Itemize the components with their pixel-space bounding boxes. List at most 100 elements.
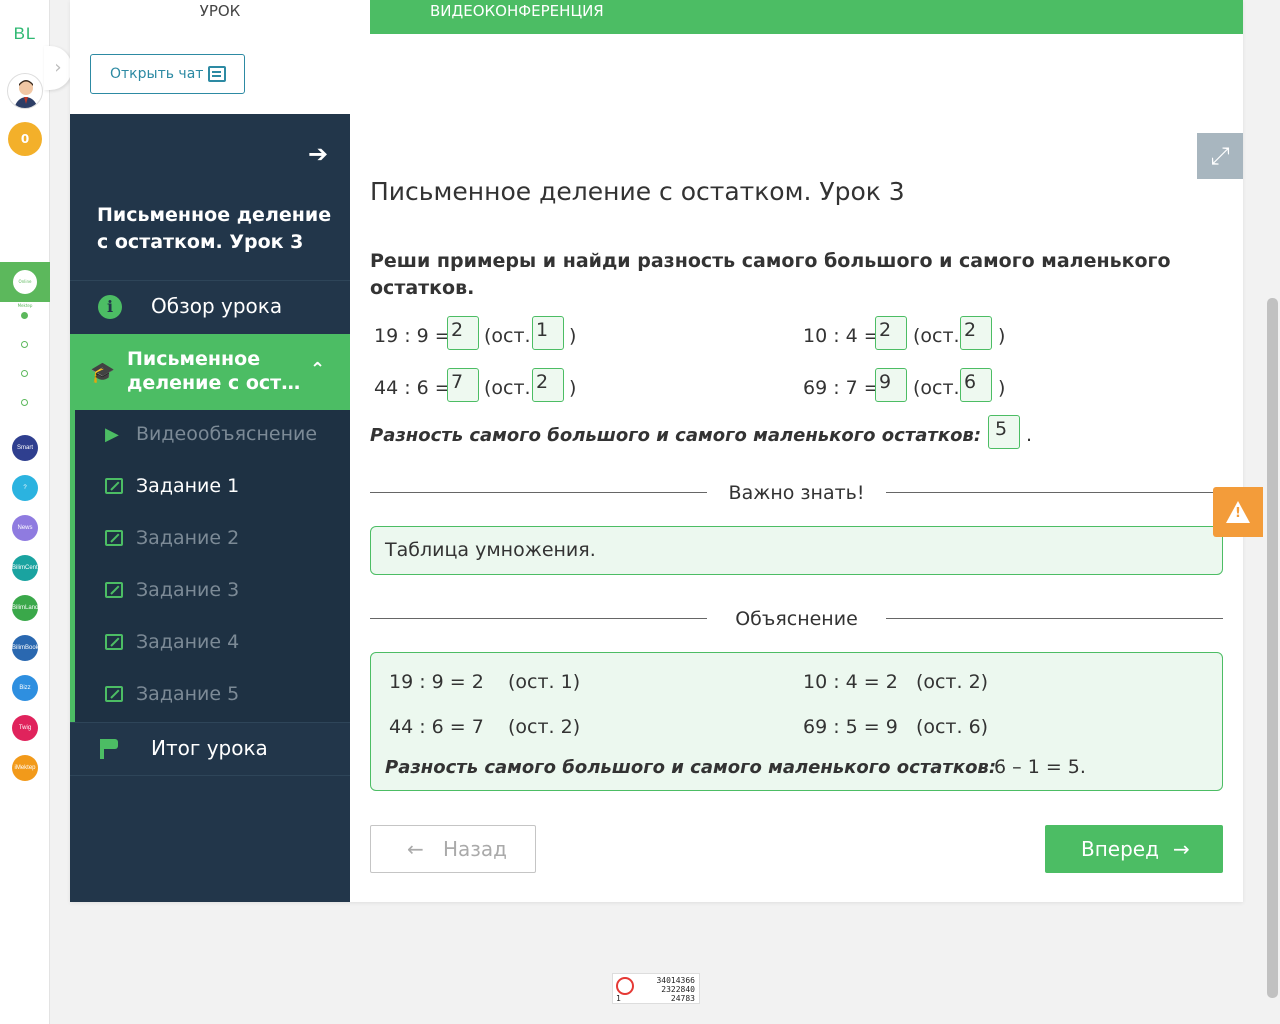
back-button-label: Назад <box>443 837 508 861</box>
equation-expr: 69 : 7 = <box>803 377 880 399</box>
sidebar-item-label: Обзор урока <box>151 294 283 318</box>
remainder-input[interactable]: 1 <box>532 316 564 350</box>
explanation-summary-value: 6 – 1 = 5. <box>988 756 1086 778</box>
remainder-input[interactable]: 2 <box>960 316 992 350</box>
open-chat-button[interactable]: Открыть чат <box>90 54 245 94</box>
counter-line: 2322840 <box>661 985 695 994</box>
online-mektep-tile[interactable]: Online Mektep <box>0 262 50 308</box>
remainder-open: (ост. <box>913 325 960 347</box>
coin-counter[interactable]: 0 <box>8 122 42 156</box>
play-icon: ▶ <box>105 424 119 445</box>
collapse-arrow-icon[interactable]: ➔ <box>308 140 328 168</box>
rail-app-icon[interactable]: BilimBook <box>12 635 38 661</box>
flag-icon <box>100 739 118 759</box>
page-scrollbar[interactable] <box>1265 0 1280 1024</box>
answer-input[interactable]: 2 <box>447 316 479 350</box>
sidebar-subitem-label: Задание 5 <box>136 683 240 705</box>
remainder-close: ) <box>569 325 577 347</box>
sidebar-subitem-label: Видеообъяснение <box>136 423 318 445</box>
explanation-summary-label: Разность самого большого и самого малень… <box>385 757 997 778</box>
sidebar-subitem-task-5[interactable]: Задание 5 <box>75 670 350 722</box>
equation-3: 44 : 6 = 7 (ост. 2 ) <box>374 368 594 404</box>
rail-expand-chevron-icon[interactable]: › <box>44 46 72 90</box>
remainder-input[interactable]: 2 <box>532 368 564 402</box>
sidebar-subitem-task-3[interactable]: Задание 3 <box>75 566 350 618</box>
rail-app-icon[interactable]: BilimCentre <box>12 555 38 581</box>
lesson-sidebar: ➔ Письменное деление с остатком. Урок 3 … <box>70 114 350 902</box>
bl-logo[interactable]: BL <box>6 24 44 44</box>
sidebar-item-label: Итог урока <box>151 736 268 760</box>
counter-line: 1 <box>616 994 621 1003</box>
user-avatar[interactable] <box>7 73 43 109</box>
equation-expr: 10 : 4 = <box>803 325 880 347</box>
chat-icon <box>208 66 226 82</box>
sidebar-subitem-task-1[interactable]: Задание 1 <box>75 462 350 514</box>
explanation-heading: Объяснение <box>735 608 858 630</box>
explanation-line: 10 : 4 = 2 (ост. 2) <box>803 671 989 693</box>
sidebar-subitems: ▶ Видеообъяснение Задание 1 Задание 2 За… <box>70 410 350 722</box>
remainder-open: (ост. <box>484 325 531 347</box>
counter-line: 24783 <box>670 994 695 1003</box>
counter-ring-icon <box>616 977 634 995</box>
answer-input[interactable]: 7 <box>447 368 479 402</box>
warning-icon <box>1226 501 1250 523</box>
rail-app-icon[interactable]: iMektep <box>12 755 38 781</box>
edit-icon <box>105 686 123 702</box>
rail-app-icon[interactable]: BilimLand <box>12 595 38 621</box>
equation-2: 10 : 4 = 2 (ост. 2 ) <box>803 316 1023 352</box>
online-mektep-logo: Online Mektep <box>13 270 37 308</box>
scrollbar-thumb[interactable] <box>1267 298 1278 998</box>
rail-app-icon[interactable]: Twig <box>12 715 38 741</box>
page-title: Письменное деление с остатком. Урок 3 <box>370 177 905 206</box>
sidebar-item-overview[interactable]: i Обзор урока <box>70 280 350 334</box>
visit-counter-widget[interactable]: 34014366 2322840 24783 1 <box>612 973 700 1004</box>
explanation-line: 44 : 6 = 7 (ост. 2) <box>389 716 581 738</box>
sidebar-subitem-label: Задание 2 <box>136 527 240 549</box>
remainder-open: (ост. <box>913 377 960 399</box>
answer-input[interactable]: 9 <box>875 368 907 402</box>
sidebar-item-summary[interactable]: Итог урока <box>70 722 350 776</box>
important-heading: Важно знать! <box>728 482 865 504</box>
rail-app-icon[interactable]: Bizz <box>12 675 38 701</box>
difference-input[interactable]: 5 <box>988 415 1020 449</box>
tab-lesson[interactable]: УРОК <box>70 0 370 34</box>
tab-videoconference[interactable]: ВИДЕОКОНФЕРЕНЦИЯ <box>370 0 1243 34</box>
back-button[interactable]: ← Назад <box>370 825 536 873</box>
remainder-close: ) <box>998 325 1006 347</box>
report-warning-button[interactable] <box>1213 487 1263 537</box>
edit-icon <box>105 582 123 598</box>
fullscreen-expand-icon[interactable]: ⤢ <box>1197 133 1243 179</box>
sidebar-lesson-title: Письменное деление с остатком. Урок 3 <box>97 204 332 253</box>
sidebar-subitem-label: Задание 4 <box>136 631 240 653</box>
next-button[interactable]: Вперед → <box>1045 825 1223 873</box>
info-icon: i <box>98 295 122 319</box>
equation-1: 19 : 9 = 2 (ост. 1 ) <box>374 316 594 352</box>
difference-label: Разность самого большого и самого малень… <box>370 425 982 446</box>
sidebar-subitem-video[interactable]: ▶ Видеообъяснение <box>75 410 350 462</box>
sidebar-section-label-line1: Письменное <box>127 348 261 370</box>
sidebar-subitem-task-2[interactable]: Задание 2 <box>75 514 350 566</box>
carousel-dot[interactable] <box>21 399 28 406</box>
chevron-up-icon[interactable]: ⌃ <box>310 359 325 380</box>
edit-icon <box>105 530 123 546</box>
arrow-left-icon: ← <box>407 837 424 861</box>
rail-app-icon[interactable]: Smart Nation <box>12 435 38 461</box>
remainder-input[interactable]: 6 <box>960 368 992 402</box>
rail-app-icon[interactable]: News <box>12 515 38 541</box>
explanation-box: 19 : 9 = 2 (ост. 1) 10 : 4 = 2 (ост. 2) … <box>370 652 1223 791</box>
carousel-dot[interactable] <box>21 341 28 348</box>
sidebar-subitem-label: Задание 3 <box>136 579 240 601</box>
app-rail: BL 0 Online Mektep Smart Nation? News Bili… <box>0 0 50 1024</box>
next-button-label: Вперед <box>1081 837 1159 861</box>
sidebar-item-active-section[interactable]: 🎓 Письменное деление с остатком. Урок 3 … <box>70 334 350 410</box>
counter-line: 34014366 <box>656 976 695 985</box>
carousel-dot[interactable] <box>21 370 28 377</box>
explanation-line: 19 : 9 = 2 (ост. 1) <box>389 671 581 693</box>
equation-expr: 19 : 9 = <box>374 325 451 347</box>
answer-input[interactable]: 2 <box>875 316 907 350</box>
sidebar-subitem-task-4[interactable]: Задание 4 <box>75 618 350 670</box>
equation-expr: 44 : 6 = <box>374 377 451 399</box>
rail-app-icon[interactable]: ? <box>12 475 38 501</box>
carousel-dot[interactable] <box>21 312 28 319</box>
important-divider: Важно знать! <box>370 482 1223 504</box>
